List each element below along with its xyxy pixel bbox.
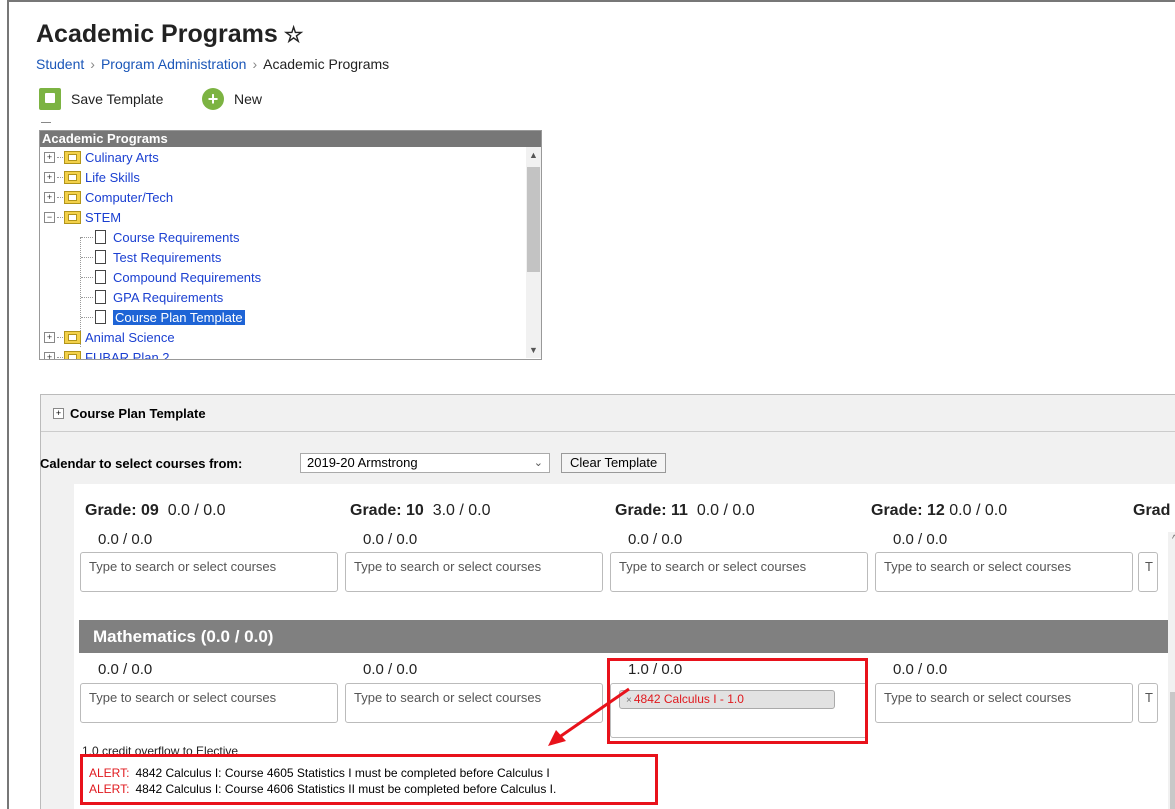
document-icon [95,310,106,324]
divider [41,122,51,123]
tree-scrollbar[interactable]: ▲ ▼ [526,147,541,358]
folder-icon [64,170,81,184]
tree-item-life-skills[interactable]: + Life Skills [44,167,140,187]
math-grade-next-search-input[interactable]: T [1138,683,1158,723]
scroll-down-icon[interactable]: ▼ [529,345,538,355]
breadcrumb: Student › Program Administration › Academic … [36,56,389,72]
tree-item-fubar-plan-2[interactable]: + FUBAR Plan 2 [44,347,170,359]
tree-body: + Culinary Arts + Life Skills + Computer/Te… [40,147,541,359]
tree-item-course-requirements[interactable]: Course Requirements [95,227,239,247]
folder-icon [64,350,81,359]
alert-line: ALERT: 4842 Calculus I: Course 4606 Stati… [89,782,557,796]
tree-item-compound-requirements[interactable]: Compound Requirements [95,267,261,287]
grade-10-credits: 0.0 / 0.0 [363,531,418,548]
expand-icon[interactable]: + [44,351,55,359]
grade-10-header: Grade: 10 3.0 / 0.0 [350,502,491,519]
scrollbar-thumb[interactable] [1170,692,1175,809]
panel-header[interactable]: + Course Plan Template [41,395,1175,432]
expand-icon[interactable]: + [44,331,55,343]
grade-09-credits: 0.0 / 0.0 [98,531,153,548]
grade-09-search-input[interactable]: Type to search or select courses [80,552,338,592]
document-icon [95,270,106,284]
calendar-label: Calendar to select courses from: [40,456,243,471]
tree-header: Academic Programs [40,131,541,147]
folder-icon [64,330,81,344]
grade-12-search-input[interactable]: Type to search or select courses [875,552,1133,592]
breadcrumb-program-administration[interactable]: Program Administration [101,56,247,72]
grade-12-credits: 0.0 / 0.0 [893,531,948,548]
tree-item-gpa-requirements[interactable]: GPA Requirements [95,287,223,307]
math-grade-12-search-input[interactable]: Type to search or select courses [875,683,1133,723]
grade-10-search-input[interactable]: Type to search or select courses [345,552,603,592]
document-icon [95,290,106,304]
breadcrumb-current: Academic Programs [263,56,390,72]
save-icon [39,88,61,110]
new-button[interactable]: + New [202,88,262,110]
math-grade-10-credits: 0.0 / 0.0 [363,661,418,678]
grade-12-header: Grade: 12 0.0 / 0.0 [871,502,1008,519]
calendar-select[interactable]: 2019-20 Armstrong ⌄ [300,453,550,473]
favorite-star-icon[interactable]: ☆ [284,22,304,47]
collapse-icon[interactable]: − [44,211,55,223]
scroll-up-icon[interactable]: ▲ [529,150,538,160]
tree-item-animal-science[interactable]: + Animal Science [44,327,175,347]
tree-item-stem[interactable]: − STEM [44,207,121,227]
document-icon [95,250,106,264]
tree-item-course-plan-template[interactable]: Course Plan Template [95,307,245,327]
tree-item-test-requirements[interactable]: Test Requirements [95,247,221,267]
chevron-down-icon: ⌄ [533,457,543,469]
folder-icon [64,150,81,164]
math-grade-10-search-input[interactable]: Type to search or select courses [345,683,603,723]
expand-icon[interactable]: + [53,407,64,419]
save-template-button[interactable]: Save Template [39,88,163,110]
grade-11-credits: 0.0 / 0.0 [628,531,683,548]
grade-11-header: Grade: 11 0.0 / 0.0 [615,502,755,519]
folder-icon [64,210,81,224]
course-plan-grid: Grade: 09 0.0 / 0.0 Grade: 10 3.0 / 0.0 … [74,484,1175,809]
tree-item-culinary-arts[interactable]: + Culinary Arts [44,147,159,167]
grade-11-search-input[interactable]: Type to search or select courses [610,552,868,592]
scrollbar-thumb[interactable] [527,167,540,272]
grade-next-search-input[interactable]: T [1138,552,1158,592]
math-grade-12-credits: 0.0 / 0.0 [893,661,948,678]
expand-icon[interactable]: + [44,151,55,163]
program-tree: Academic Programs + Culinary Arts + Life S… [39,130,542,360]
document-icon [95,230,106,244]
alert-line: ALERT: 4842 Calculus I: Course 4605 Stati… [89,766,550,780]
folder-icon [64,190,81,204]
highlight-box [607,658,868,744]
expand-icon[interactable]: + [44,191,55,203]
grade-09-header: Grade: 09 0.0 / 0.0 [85,502,226,519]
plus-icon: + [202,88,224,110]
math-grade-09-credits: 0.0 / 0.0 [98,661,153,678]
clear-template-button[interactable]: Clear Template [561,453,667,473]
subject-mathematics-header: Mathematics (0.0 / 0.0) [79,620,1175,653]
expand-icon[interactable]: + [44,171,55,183]
breadcrumb-student[interactable]: Student [36,56,84,72]
math-grade-09-search-input[interactable]: Type to search or select courses [80,683,338,723]
alert-box: ALERT: 4842 Calculus I: Course 4605 Stati… [80,754,658,805]
grid-scrollbar[interactable]: ^ [1168,532,1175,809]
page-title: Academic Programs ☆ [36,20,304,48]
breadcrumb-separator-icon: › [252,56,258,72]
app-window: Academic Programs ☆ Student › Program Admin… [7,0,1175,809]
tree-item-computer-tech[interactable]: + Computer/Tech [44,187,173,207]
breadcrumb-separator-icon: › [90,56,95,72]
grade-next-header: Grad [1133,502,1171,519]
